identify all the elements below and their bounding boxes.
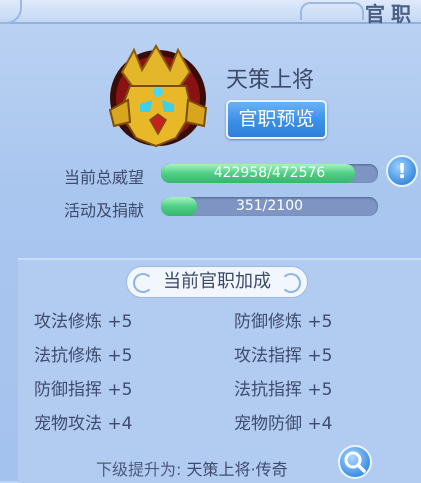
bonus-panel-title: 当前官职加成 [163, 271, 271, 292]
contribution-label: 活动及捐献 [64, 201, 145, 220]
bonus-item: 防御指挥 +5 [34, 380, 133, 400]
rank-preview-button[interactable]: 官职预览 [226, 100, 327, 139]
bonus-item: 攻法修炼 +5 [34, 312, 133, 332]
next-rank-name: 天策上将·传奇 [186, 460, 288, 479]
bonus-item: 法抗指挥 +5 [234, 380, 333, 400]
next-rank-label: 下级提升为: [96, 460, 182, 479]
bonus-panel-header: 当前官职加成 [126, 266, 308, 298]
bonus-item: 宠物防御 +4 [234, 414, 333, 434]
contribution-value: 351/2100 [235, 198, 304, 214]
rank-name: 天策上将 [226, 68, 315, 93]
prestige-value: 422958/472576 [213, 165, 326, 181]
exclamation-icon: ! [397, 159, 407, 183]
bonus-item: 法抗修炼 +5 [34, 346, 133, 366]
bonus-item: 攻法指挥 +5 [234, 346, 333, 366]
swirl-right-icon [281, 273, 301, 293]
corner-ornament [0, 0, 22, 24]
next-rank-search-button[interactable] [338, 445, 372, 479]
next-rank-line: 下级提升为: 天策上将·传奇 [96, 456, 288, 480]
info-button[interactable]: ! [386, 155, 418, 187]
magnifier-icon [344, 451, 366, 473]
window-title: 官职 [365, 2, 417, 26]
prestige-bar: 422958/472576 [161, 164, 378, 183]
contribution-bar: 351/2100 [161, 197, 378, 216]
bonus-item: 防御修炼 +5 [234, 312, 333, 332]
title-bar: 官职 [0, 0, 421, 26]
bonus-item: 宠物攻法 +4 [34, 414, 133, 434]
prestige-label: 当前总威望 [64, 168, 145, 187]
rank-helmet-icon [108, 44, 208, 148]
cloud-ornament [300, 2, 364, 20]
